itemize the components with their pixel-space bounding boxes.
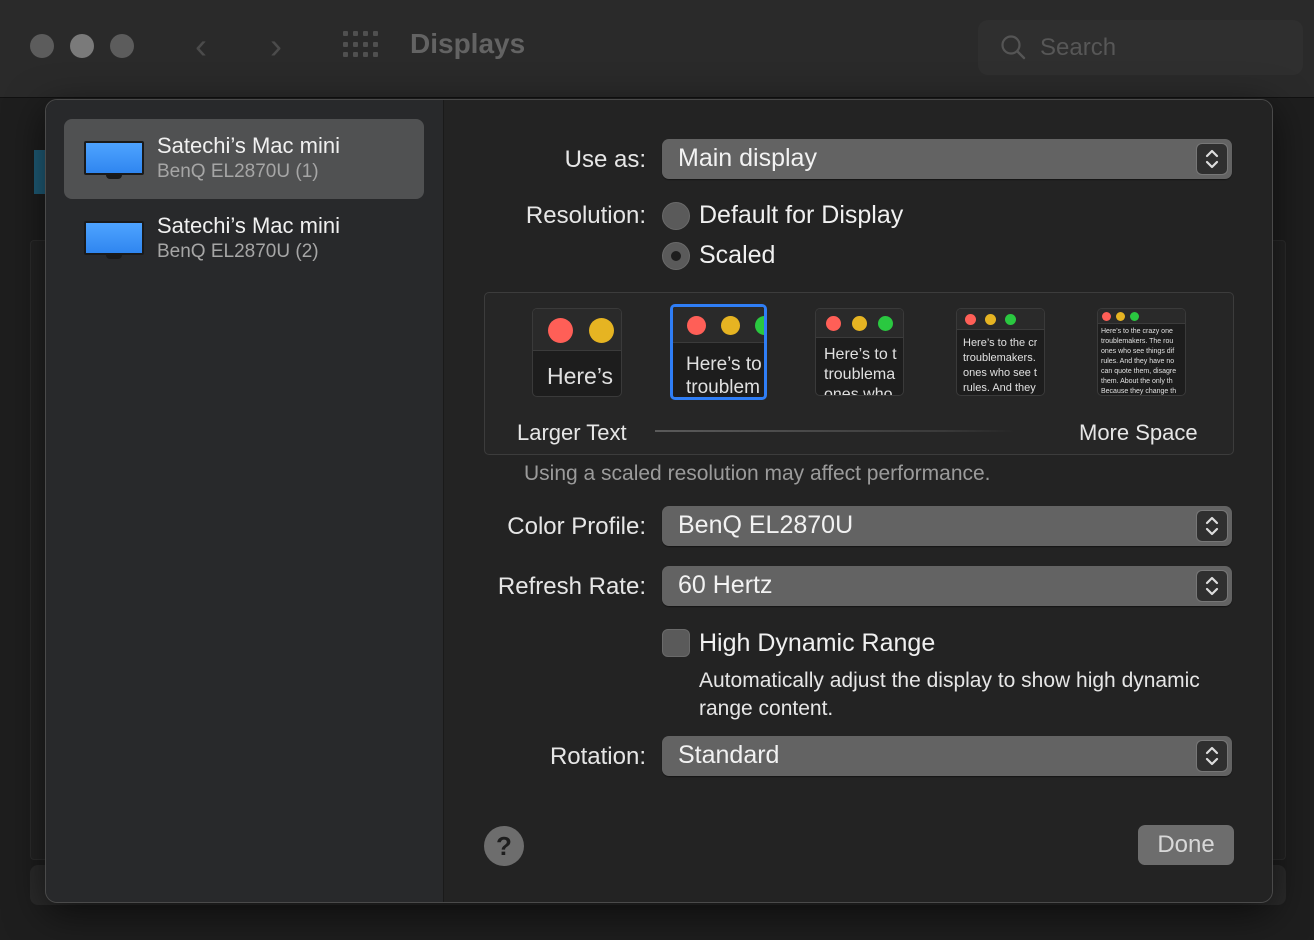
scale-option-3[interactable]: Here’s to t troublema ones who	[815, 308, 904, 396]
scale-preview-text: Here’s to the cr troublemakers. ones who…	[963, 337, 1038, 394]
display-name: Satechi’s Mac mini	[157, 133, 340, 158]
scale-option-5[interactable]: Here’s to the crazy one troublemakers. T…	[1097, 308, 1186, 396]
use-as-label: Use as:	[564, 146, 646, 173]
radio-scaled[interactable]	[662, 242, 690, 270]
updown-chevron-icon	[1196, 570, 1228, 602]
display-settings-panel: Use as: Main display Resolution: Default…	[444, 100, 1272, 902]
rotation-label: Rotation:	[549, 743, 646, 770]
larger-text-label: Larger Text	[517, 420, 627, 445]
radio-label-default: Default for Display	[699, 201, 904, 229]
help-button[interactable]: ?	[484, 826, 524, 866]
green-dot-icon	[1130, 312, 1139, 321]
rotation-popup[interactable]: Standard	[662, 736, 1232, 776]
monitor-icon	[84, 221, 144, 261]
scale-option-2[interactable]: Here’s to troublem	[670, 304, 767, 400]
red-dot-icon	[687, 316, 706, 335]
resolution-label: Resolution:	[525, 202, 646, 229]
window-titlebar: ‹ › Displays Search	[0, 0, 1314, 98]
more-space-label: More Space	[1079, 420, 1198, 445]
radio-label-scaled: Scaled	[699, 241, 776, 269]
use-as-popup[interactable]: Main display	[662, 139, 1232, 179]
scale-option-4[interactable]: Here’s to the cr troublemakers. ones who…	[956, 308, 1045, 396]
green-dot-icon	[878, 316, 893, 331]
rotation-value: Standard	[678, 741, 780, 769]
back-arrow-icon[interactable]: ‹	[195, 26, 207, 66]
display-sidebar: Satechi’s Mac mini BenQ EL2870U (1) Sate…	[46, 100, 444, 902]
refresh-rate-value: 60 Hertz	[678, 571, 773, 599]
search-icon	[1001, 35, 1026, 60]
scale-divider-line	[655, 430, 1015, 432]
yellow-dot-icon	[721, 316, 740, 335]
yellow-dot-icon	[985, 314, 996, 325]
scale-performance-note: Using a scaled resolution may affect per…	[524, 462, 991, 485]
scale-preview-text: Here’s to the crazy one troublemakers. T…	[1101, 328, 1177, 395]
refresh-rate-popup[interactable]: 60 Hertz	[662, 566, 1232, 606]
scale-options-box: Here’s Here’s to troublem Here’s to t tr	[484, 292, 1234, 455]
sidebar-item-display-2[interactable]: Satechi’s Mac mini BenQ EL2870U (2)	[64, 199, 424, 279]
minimize-window-button[interactable]	[70, 34, 94, 58]
refresh-rate-label: Refresh Rate:	[497, 573, 646, 600]
search-placeholder: Search	[1040, 34, 1117, 61]
display-model: BenQ EL2870U (1)	[157, 161, 319, 182]
hdr-description: Automatically adjust the display to show…	[699, 669, 1200, 720]
yellow-dot-icon	[589, 318, 614, 343]
search-field[interactable]: Search	[978, 20, 1303, 75]
red-dot-icon	[965, 314, 976, 325]
window-title: Displays	[410, 28, 526, 59]
red-dot-icon	[826, 316, 841, 331]
updown-chevron-icon	[1196, 510, 1228, 542]
radio-default-for-display[interactable]	[662, 202, 690, 230]
scale-preview-text: Here’s to troublem	[686, 354, 762, 398]
updown-chevron-icon	[1196, 143, 1228, 175]
red-dot-icon	[548, 318, 573, 343]
done-button[interactable]: Done	[1138, 825, 1234, 865]
close-window-button[interactable]	[30, 34, 54, 58]
green-dot-icon	[1005, 314, 1016, 325]
forward-arrow-icon[interactable]: ›	[270, 26, 282, 66]
scale-preview-text: Here’s to t troublema ones who	[824, 346, 897, 396]
scale-option-1[interactable]: Here’s	[532, 308, 622, 397]
color-profile-label: Color Profile:	[507, 513, 646, 540]
color-profile-value: BenQ EL2870U	[678, 511, 854, 539]
hdr-checkbox[interactable]	[662, 629, 690, 657]
zoom-window-button[interactable]	[110, 34, 134, 58]
display-settings-sheet: Satechi’s Mac mini BenQ EL2870U (1) Sate…	[45, 99, 1273, 903]
use-as-value: Main display	[678, 144, 817, 172]
updown-chevron-icon	[1196, 740, 1228, 772]
yellow-dot-icon	[852, 316, 867, 331]
display-name: Satechi’s Mac mini	[157, 213, 340, 238]
show-all-grid-icon[interactable]	[343, 31, 379, 59]
red-dot-icon	[1102, 312, 1111, 321]
green-dot-icon	[755, 316, 764, 335]
sidebar-item-display-1[interactable]: Satechi’s Mac mini BenQ EL2870U (1)	[64, 119, 424, 199]
yellow-dot-icon	[1116, 312, 1125, 321]
hdr-label: High Dynamic Range	[699, 629, 936, 657]
scale-preview-text: Here’s	[547, 363, 614, 389]
display-model: BenQ EL2870U (2)	[157, 241, 319, 262]
monitor-icon	[84, 141, 144, 181]
color-profile-popup[interactable]: BenQ EL2870U	[662, 506, 1232, 546]
